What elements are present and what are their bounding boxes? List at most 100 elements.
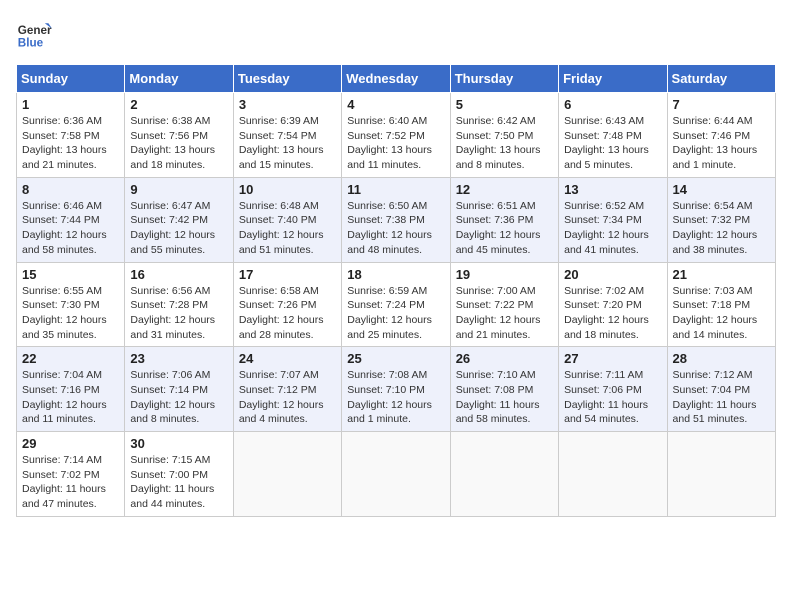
- calendar-cell: 7 Sunrise: 6:44 AMSunset: 7:46 PMDaylight…: [667, 93, 775, 178]
- day-number: 23: [130, 351, 227, 366]
- day-number: 27: [564, 351, 661, 366]
- day-info: Sunrise: 7:08 AMSunset: 7:10 PMDaylight:…: [347, 368, 444, 427]
- calendar-cell: 15 Sunrise: 6:55 AMSunset: 7:30 PMDayligh…: [17, 262, 125, 347]
- day-number: 9: [130, 182, 227, 197]
- header-row: SundayMondayTuesdayWednesdayThursdayFrid…: [17, 65, 776, 93]
- calendar-cell: 14 Sunrise: 6:54 AMSunset: 7:32 PMDayligh…: [667, 177, 775, 262]
- day-number: 30: [130, 436, 227, 451]
- logo: General Blue: [16, 16, 52, 52]
- day-number: 7: [673, 97, 770, 112]
- calendar-cell: 16 Sunrise: 6:56 AMSunset: 7:28 PMDayligh…: [125, 262, 233, 347]
- day-number: 21: [673, 267, 770, 282]
- day-info: Sunrise: 6:39 AMSunset: 7:54 PMDaylight:…: [239, 114, 336, 173]
- calendar-cell: 2Sunrise: 6:38 AMSunset: 7:56 PMDaylight…: [125, 93, 233, 178]
- calendar-cell: 8 Sunrise: 6:46 AMSunset: 7:44 PMDaylight…: [17, 177, 125, 262]
- page-header: General Blue: [16, 16, 776, 52]
- day-info: Sunrise: 7:06 AMSunset: 7:14 PMDaylight:…: [130, 368, 227, 427]
- day-info: Sunrise: 7:03 AMSunset: 7:18 PMDaylight:…: [673, 284, 770, 343]
- day-info: Sunrise: 7:15 AMSunset: 7:00 PMDaylight:…: [130, 453, 227, 512]
- day-info: Sunrise: 6:54 AMSunset: 7:32 PMDaylight:…: [673, 199, 770, 258]
- day-info: Sunrise: 6:44 AMSunset: 7:46 PMDaylight:…: [673, 114, 770, 173]
- calendar-cell: [667, 432, 775, 517]
- day-number: 29: [22, 436, 119, 451]
- day-info: Sunrise: 7:11 AMSunset: 7:06 PMDaylight:…: [564, 368, 661, 427]
- day-info: Sunrise: 6:58 AMSunset: 7:26 PMDaylight:…: [239, 284, 336, 343]
- day-info: Sunrise: 6:52 AMSunset: 7:34 PMDaylight:…: [564, 199, 661, 258]
- day-info: Sunrise: 6:46 AMSunset: 7:44 PMDaylight:…: [22, 199, 119, 258]
- day-number: 19: [456, 267, 553, 282]
- day-number: 17: [239, 267, 336, 282]
- col-header-sunday: Sunday: [17, 65, 125, 93]
- day-number: 22: [22, 351, 119, 366]
- calendar-cell: 19Sunrise: 7:00 AMSunset: 7:22 PMDayligh…: [450, 262, 558, 347]
- day-info: Sunrise: 7:07 AMSunset: 7:12 PMDaylight:…: [239, 368, 336, 427]
- calendar-cell: 17 Sunrise: 6:58 AMSunset: 7:26 PMDayligh…: [233, 262, 341, 347]
- day-number: 13: [564, 182, 661, 197]
- day-info: Sunrise: 7:04 AMSunset: 7:16 PMDaylight:…: [22, 368, 119, 427]
- day-info: Sunrise: 6:47 AMSunset: 7:42 PMDaylight:…: [130, 199, 227, 258]
- calendar-cell: 12 Sunrise: 6:51 AMSunset: 7:36 PMDayligh…: [450, 177, 558, 262]
- calendar-cell: 29 Sunrise: 7:14 AMSunset: 7:02 PMDayligh…: [17, 432, 125, 517]
- col-header-saturday: Saturday: [667, 65, 775, 93]
- calendar-cell: 10 Sunrise: 6:48 AMSunset: 7:40 PMDayligh…: [233, 177, 341, 262]
- day-number: 15: [22, 267, 119, 282]
- day-number: 16: [130, 267, 227, 282]
- day-number: 14: [673, 182, 770, 197]
- calendar-cell: 25 Sunrise: 7:08 AMSunset: 7:10 PMDayligh…: [342, 347, 450, 432]
- day-info: Sunrise: 6:36 AMSunset: 7:58 PMDaylight:…: [22, 114, 119, 173]
- day-info: Sunrise: 7:14 AMSunset: 7:02 PMDaylight:…: [22, 453, 119, 512]
- calendar-cell: 18 Sunrise: 6:59 AMSunset: 7:24 PMDayligh…: [342, 262, 450, 347]
- day-info: Sunrise: 6:56 AMSunset: 7:28 PMDaylight:…: [130, 284, 227, 343]
- day-info: Sunrise: 6:40 AMSunset: 7:52 PMDaylight:…: [347, 114, 444, 173]
- day-info: Sunrise: 6:48 AMSunset: 7:40 PMDaylight:…: [239, 199, 336, 258]
- day-info: Sunrise: 6:43 AMSunset: 7:48 PMDaylight:…: [564, 114, 661, 173]
- day-number: 10: [239, 182, 336, 197]
- calendar-cell: 20Sunrise: 7:02 AMSunset: 7:20 PMDayligh…: [559, 262, 667, 347]
- calendar-cell: 22 Sunrise: 7:04 AMSunset: 7:16 PMDayligh…: [17, 347, 125, 432]
- col-header-tuesday: Tuesday: [233, 65, 341, 93]
- calendar-cell: 23 Sunrise: 7:06 AMSunset: 7:14 PMDayligh…: [125, 347, 233, 432]
- day-number: 24: [239, 351, 336, 366]
- day-number: 11: [347, 182, 444, 197]
- calendar-cell: 3Sunrise: 6:39 AMSunset: 7:54 PMDaylight…: [233, 93, 341, 178]
- day-number: 6: [564, 97, 661, 112]
- day-info: Sunrise: 6:55 AMSunset: 7:30 PMDaylight:…: [22, 284, 119, 343]
- day-number: 18: [347, 267, 444, 282]
- logo-icon: General Blue: [16, 16, 52, 52]
- col-header-wednesday: Wednesday: [342, 65, 450, 93]
- day-number: 12: [456, 182, 553, 197]
- calendar-cell: [342, 432, 450, 517]
- day-info: Sunrise: 6:50 AMSunset: 7:38 PMDaylight:…: [347, 199, 444, 258]
- col-header-monday: Monday: [125, 65, 233, 93]
- day-info: Sunrise: 6:51 AMSunset: 7:36 PMDaylight:…: [456, 199, 553, 258]
- calendar-cell: 1Sunrise: 6:36 AMSunset: 7:58 PMDaylight…: [17, 93, 125, 178]
- day-info: Sunrise: 7:02 AMSunset: 7:20 PMDaylight:…: [564, 284, 661, 343]
- day-number: 26: [456, 351, 553, 366]
- calendar-cell: 30 Sunrise: 7:15 AMSunset: 7:00 PMDayligh…: [125, 432, 233, 517]
- day-number: 28: [673, 351, 770, 366]
- col-header-friday: Friday: [559, 65, 667, 93]
- calendar-cell: [450, 432, 558, 517]
- col-header-thursday: Thursday: [450, 65, 558, 93]
- week-row-4: 22 Sunrise: 7:04 AMSunset: 7:16 PMDayligh…: [17, 347, 776, 432]
- day-number: 8: [22, 182, 119, 197]
- calendar-cell: 5 Sunrise: 6:42 AMSunset: 7:50 PMDaylight…: [450, 93, 558, 178]
- day-number: 4: [347, 97, 444, 112]
- calendar-cell: 28 Sunrise: 7:12 AMSunset: 7:04 PMDayligh…: [667, 347, 775, 432]
- calendar-cell: 27 Sunrise: 7:11 AMSunset: 7:06 PMDayligh…: [559, 347, 667, 432]
- week-row-1: 1Sunrise: 6:36 AMSunset: 7:58 PMDaylight…: [17, 93, 776, 178]
- calendar-table: SundayMondayTuesdayWednesdayThursdayFrid…: [16, 64, 776, 517]
- week-row-3: 15 Sunrise: 6:55 AMSunset: 7:30 PMDayligh…: [17, 262, 776, 347]
- day-info: Sunrise: 6:42 AMSunset: 7:50 PMDaylight:…: [456, 114, 553, 173]
- day-number: 2: [130, 97, 227, 112]
- day-info: Sunrise: 7:12 AMSunset: 7:04 PMDaylight:…: [673, 368, 770, 427]
- calendar-cell: 4 Sunrise: 6:40 AMSunset: 7:52 PMDaylight…: [342, 93, 450, 178]
- calendar-cell: 13 Sunrise: 6:52 AMSunset: 7:34 PMDayligh…: [559, 177, 667, 262]
- calendar-cell: [233, 432, 341, 517]
- week-row-2: 8 Sunrise: 6:46 AMSunset: 7:44 PMDaylight…: [17, 177, 776, 262]
- day-number: 5: [456, 97, 553, 112]
- day-number: 25: [347, 351, 444, 366]
- day-info: Sunrise: 6:59 AMSunset: 7:24 PMDaylight:…: [347, 284, 444, 343]
- calendar-cell: 9 Sunrise: 6:47 AMSunset: 7:42 PMDaylight…: [125, 177, 233, 262]
- calendar-cell: [559, 432, 667, 517]
